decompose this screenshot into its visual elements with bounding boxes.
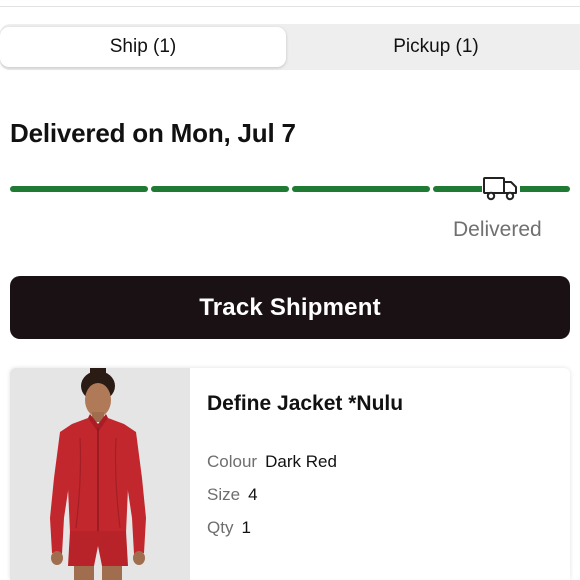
- progress-segment-2: [151, 186, 289, 192]
- size-value: 4: [248, 485, 258, 504]
- colour-value: Dark Red: [265, 452, 337, 471]
- product-colour-row: Colour Dark Red: [207, 452, 337, 472]
- product-qty-row: Qty 1: [207, 518, 251, 538]
- qty-value: 1: [241, 518, 251, 537]
- product-name[interactable]: Define Jacket *Nulu: [207, 392, 403, 416]
- truck-icon: [482, 175, 520, 203]
- top-divider: [0, 6, 580, 7]
- colour-label: Colour: [207, 452, 258, 471]
- size-label: Size: [207, 485, 241, 504]
- product-size-row: Size 4: [207, 485, 258, 505]
- delivery-status-label: Delivered: [453, 218, 542, 241]
- progress-segment-1: [10, 186, 148, 192]
- product-photo[interactable]: [10, 368, 190, 580]
- track-shipment-button[interactable]: Track Shipment: [10, 276, 570, 339]
- order-item-card[interactable]: Define Jacket *Nulu Colour Dark Red Size 4…: [10, 368, 570, 580]
- fulfillment-tabs: Ship (1) Pickup (1): [0, 24, 580, 70]
- delivery-heading: Delivered on Mon, Jul 7: [10, 118, 296, 148]
- progress-segment-3: [292, 186, 430, 192]
- tab-pickup[interactable]: Pickup (1): [292, 27, 580, 67]
- tab-ship[interactable]: Ship (1): [0, 27, 286, 67]
- qty-label: Qty: [207, 518, 234, 537]
